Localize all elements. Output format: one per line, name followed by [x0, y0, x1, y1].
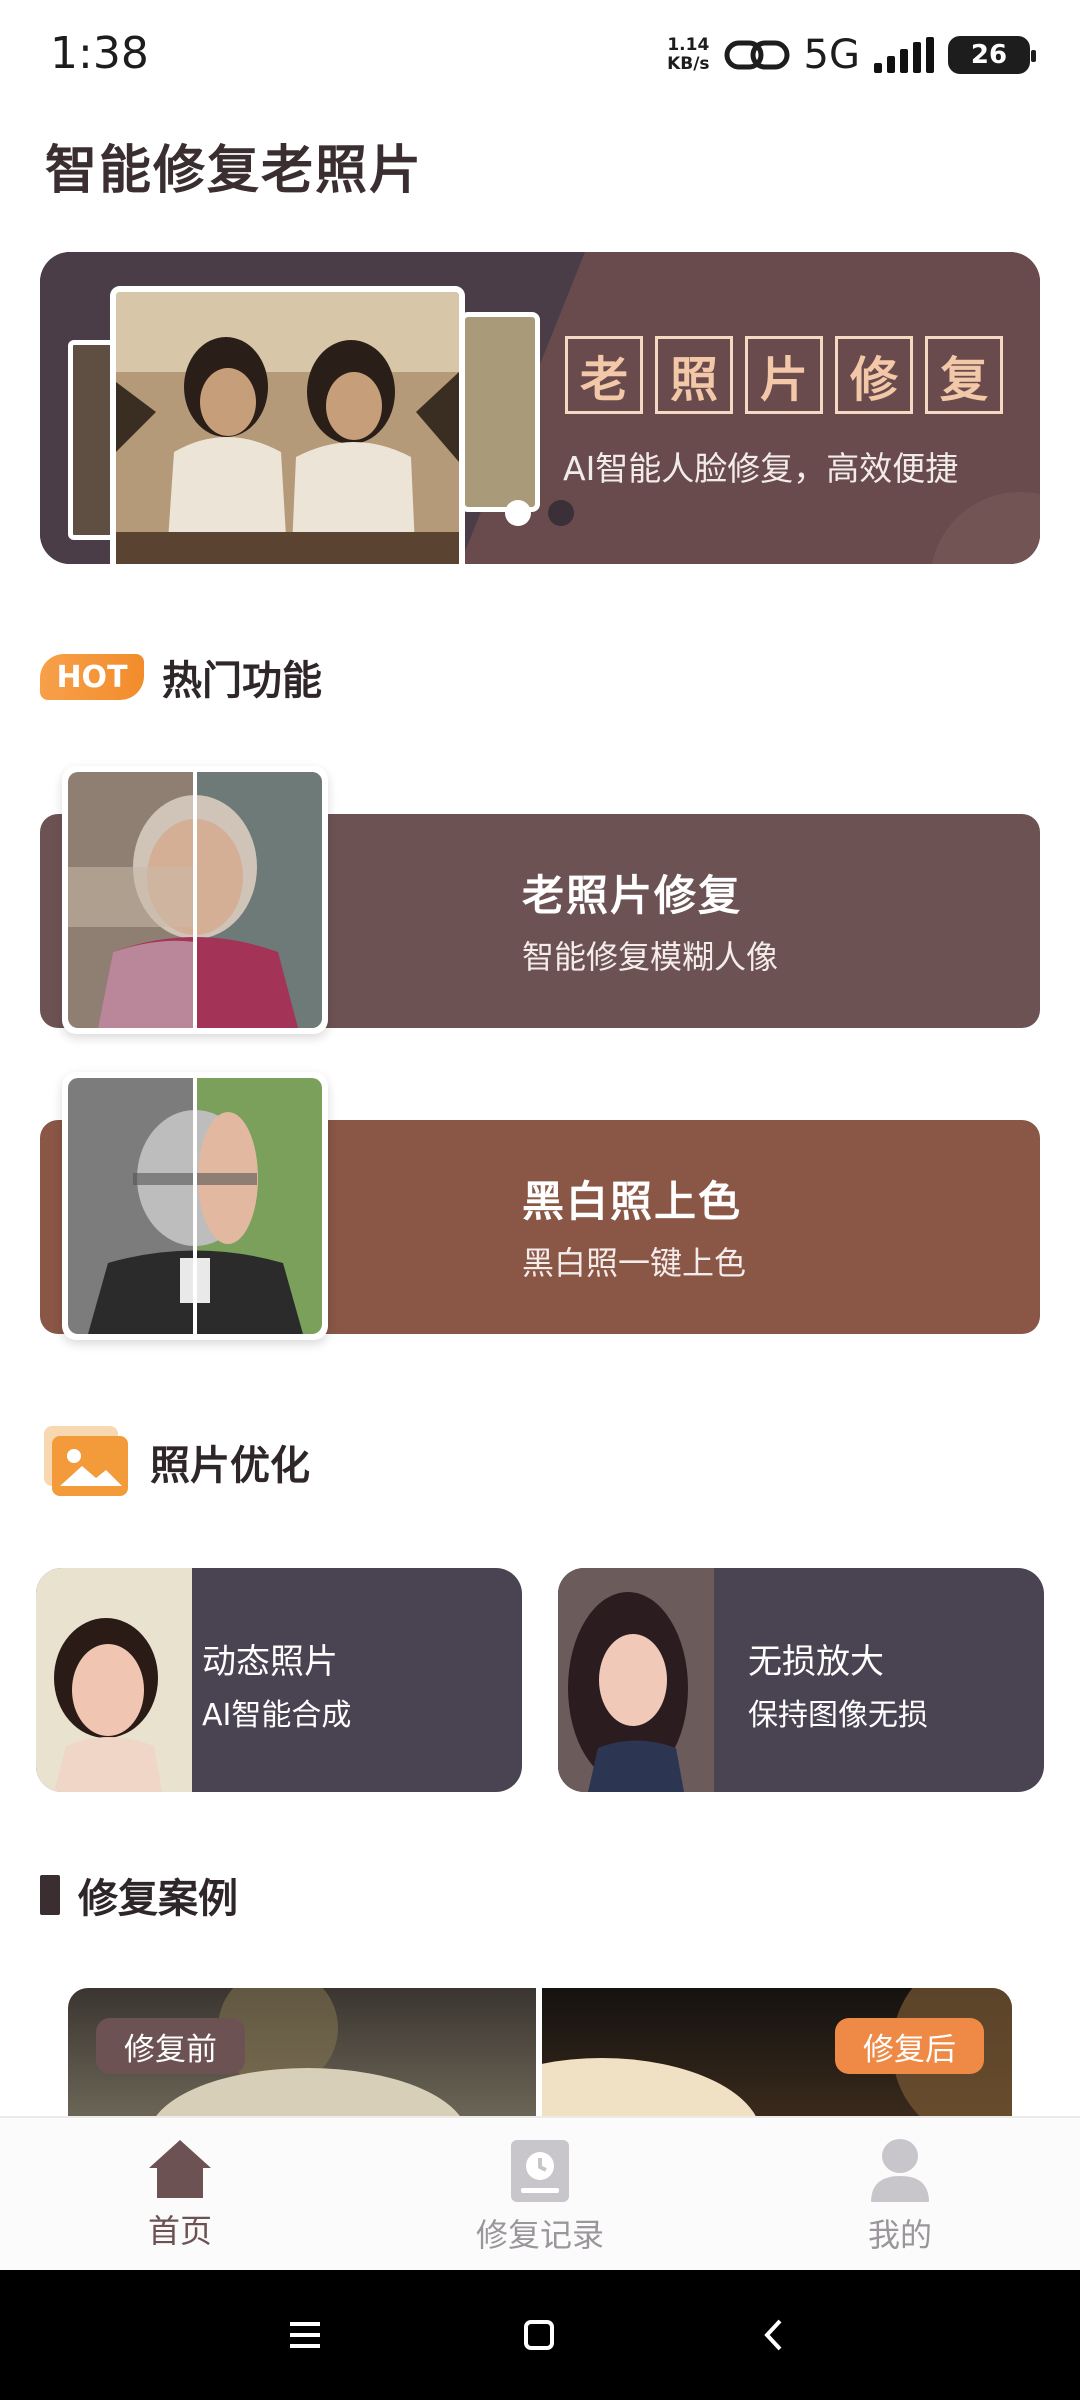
battery-level: 26	[970, 40, 1008, 70]
case-section-header: 修复案例	[40, 1866, 238, 1924]
optimize-card-title: 无损放大	[748, 1642, 884, 1682]
nav-item-home[interactable]: 首页	[80, 2138, 280, 2252]
nav-item-history[interactable]: 修复记录	[440, 2138, 640, 2256]
carousel-dot[interactable]	[548, 500, 574, 526]
nav-label-profile: 我的	[867, 2216, 932, 2254]
status-bar: 1:38 1.14 KB/s 5G 26	[0, 0, 1080, 110]
network-type: 5G	[803, 32, 860, 78]
optimize-card-lossless-upscale[interactable]: 无损放大 保持图像无损	[558, 1568, 1044, 1792]
section-bar-icon	[40, 1875, 60, 1915]
menu-icon[interactable]	[282, 2312, 328, 2358]
banner-photo-stack-right	[460, 312, 540, 512]
promo-banner[interactable]: 老 照 片 修 复 AI智能人脸修复，高效便捷	[40, 252, 1040, 564]
app-screen: 1:38 1.14 KB/s 5G 26 智能修复老照片 老 照 片 修 复 A…	[0, 0, 1080, 2400]
home-icon	[149, 2140, 211, 2198]
history-icon	[511, 2140, 569, 2202]
signal-icon	[874, 37, 934, 73]
hot-badge: HOT	[40, 654, 144, 700]
before-badge: 修复前	[96, 2018, 245, 2074]
before-after-image	[68, 1078, 322, 1334]
carousel-dot-active[interactable]	[505, 500, 531, 526]
status-icons: 1.14 KB/s 5G 26	[667, 30, 1036, 80]
optimize-card-live-photo[interactable]: 动态照片 AI智能合成	[36, 1568, 522, 1792]
image-icon	[44, 1426, 128, 1496]
home-square-icon[interactable]	[516, 2312, 562, 2358]
old-photo-image	[116, 292, 459, 564]
section-title-hot: 热门功能	[162, 658, 322, 704]
feature-title: 黑白照上色	[522, 1177, 743, 1226]
split-divider	[193, 1078, 197, 1334]
banner-title-char: 片	[745, 336, 823, 414]
banner-title-char: 老	[565, 336, 643, 414]
nav-label-home: 首页	[147, 2212, 212, 2250]
section-title-case: 修复案例	[78, 1876, 238, 1922]
page-title: 智能修复老照片	[45, 141, 424, 201]
hot-section-header: HOT 热门功能	[40, 648, 322, 706]
feature-subtitle: 黑白照一键上色	[522, 1244, 747, 1282]
section-title-optimize: 照片优化	[150, 1443, 310, 1489]
feature-card-old-photo-repair[interactable]: 老照片修复 智能修复模糊人像	[40, 766, 1040, 1034]
upscale-thumbnail	[558, 1568, 714, 1792]
banner-title: 老 照 片 修 复	[565, 336, 1003, 414]
feature-photo	[62, 1072, 328, 1340]
nav-label-history: 修复记录	[475, 2216, 604, 2254]
banner-title-char: 复	[925, 336, 1003, 414]
network-speed-value: 1.14	[667, 35, 710, 55]
feature-subtitle: 智能修复模糊人像	[522, 938, 779, 976]
feature-card-bw-colorize[interactable]: 黑白照上色 黑白照一键上色	[40, 1072, 1040, 1340]
battery-icon: 26	[948, 36, 1036, 74]
banner-subtitle: AI智能人脸修复，高效便捷	[563, 449, 959, 488]
nav-item-profile[interactable]: 我的	[800, 2138, 1000, 2256]
live-photo-thumbnail	[36, 1568, 192, 1792]
optimize-card-subtitle: AI智能合成	[202, 1698, 352, 1733]
banner-title-char: 修	[835, 336, 913, 414]
back-icon[interactable]	[752, 2312, 798, 2358]
before-after-image	[68, 772, 322, 1028]
split-divider	[193, 772, 197, 1028]
optimize-section-header: 照片优化	[40, 1424, 310, 1500]
profile-icon	[871, 2139, 929, 2202]
banner-title-char: 照	[655, 336, 733, 414]
optimize-card-subtitle: 保持图像无损	[748, 1698, 928, 1733]
feature-photo	[62, 766, 328, 1034]
after-badge: 修复后	[835, 2018, 984, 2074]
bottom-nav: 首页 修复记录 我的	[0, 2116, 1080, 2270]
network-speed: 1.14 KB/s	[667, 36, 709, 74]
status-time: 1:38	[50, 28, 149, 79]
system-nav-bar	[0, 2270, 1080, 2400]
hotspot-link-icon	[724, 40, 790, 70]
optimize-card-title: 动态照片	[202, 1642, 338, 1682]
banner-photo	[110, 286, 465, 564]
repair-case-preview[interactable]: 修复前 修复后	[68, 1988, 1012, 2118]
feature-title: 老照片修复	[522, 871, 743, 920]
network-speed-unit: KB/s	[667, 54, 710, 74]
